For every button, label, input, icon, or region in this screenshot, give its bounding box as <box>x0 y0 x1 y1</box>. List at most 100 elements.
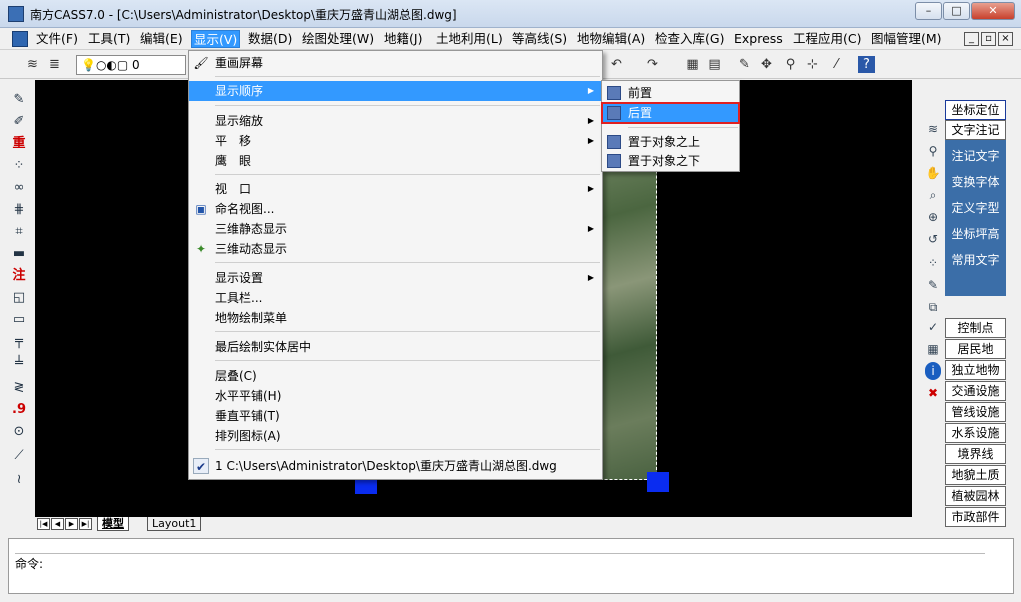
maximize-button[interactable]: □ <box>943 2 970 20</box>
menu-express[interactable]: Express <box>732 30 785 48</box>
line-icon[interactable]: ⊹ <box>804 56 821 73</box>
points-icon[interactable]: ⁘ <box>923 254 943 272</box>
edit-icon[interactable]: ✎ <box>923 276 943 294</box>
doc-restore-button[interactable]: ▫ <box>981 32 996 46</box>
menu-land-use[interactable]: 土地利用(L) <box>434 30 505 48</box>
pencil-icon[interactable]: ✎ <box>736 56 753 73</box>
menu-item-recent-file[interactable]: ✔ 1 C:\Users\Administrator\Desktop\重庆万盛青… <box>189 456 602 476</box>
coordinate-elevation-item[interactable]: 坐标坪高 <box>945 224 1006 244</box>
menu-item-toolbars[interactable]: 工具栏... <box>189 288 602 308</box>
menu-item-3d-static[interactable]: 三维静态显示 ▶ <box>189 219 602 239</box>
move-icon[interactable]: ✥ <box>758 56 775 73</box>
pipeline-button[interactable]: 管线设施 <box>945 402 1006 422</box>
menu-engineering[interactable]: 工程应用(C) <box>791 30 863 48</box>
redraw-icon[interactable]: 重 <box>8 134 30 154</box>
menu-item-cascade[interactable]: 层叠(C) <box>189 366 602 386</box>
control-point-button[interactable]: 控制点 <box>945 318 1006 338</box>
submenu-above-object[interactable]: 置于对象之上 <box>602 132 739 152</box>
next-tab-button[interactable]: ▶ <box>65 518 78 530</box>
curve-icon[interactable]: ≀ <box>8 470 30 490</box>
layer-state-icon[interactable]: ≣ <box>46 56 63 73</box>
check-icon[interactable]: ✓ <box>923 318 943 336</box>
menu-item-viewport[interactable]: 视 口 ▶ <box>189 179 602 199</box>
grid-points-icon[interactable]: ⁘ <box>8 156 30 176</box>
menu-item-zoom[interactable]: 显示缩放 ▶ <box>189 111 602 131</box>
menu-edit[interactable]: 编辑(E) <box>138 30 185 48</box>
define-font-item[interactable]: 定义字型 <box>945 198 1006 218</box>
submenu-bring-to-front[interactable]: 前置 <box>602 83 739 103</box>
first-tab-button[interactable]: |◀ <box>37 518 50 530</box>
menu-item-center-last[interactable]: 最后绘制实体居中 <box>189 337 602 357</box>
layers-icon[interactable]: ≋ <box>24 56 41 73</box>
menu-tools[interactable]: 工具(T) <box>86 30 132 48</box>
vegetation-button[interactable]: 植被园林 <box>945 486 1006 506</box>
annotate-text-item[interactable]: 注记文字 <box>945 146 1006 166</box>
rectangle-icon[interactable]: ▭ <box>8 310 30 330</box>
crossing-icon[interactable]: ⋕ <box>8 200 30 220</box>
command-line[interactable]: 命令: <box>15 553 985 573</box>
submenu-send-to-back[interactable]: 后置 <box>601 102 740 124</box>
menu-item-aerial-view[interactable]: 鹰 眼 <box>189 151 602 171</box>
ruler-icon[interactable]: ▬ <box>8 244 30 264</box>
menu-feature-edit[interactable]: 地物编辑(A) <box>575 30 647 48</box>
point-edit-icon[interactable]: ✎ <box>8 90 30 110</box>
text-annotation-button[interactable]: 文字注记 <box>945 120 1006 140</box>
coordinate-locate-button[interactable]: 坐标定位 <box>945 100 1006 120</box>
fence-icon[interactable]: ╤ <box>8 332 30 352</box>
undo-view-icon[interactable]: ↺ <box>923 230 943 248</box>
menu-item-3d-dynamic[interactable]: ✦ 三维动态显示 <box>189 239 602 259</box>
contour-icon[interactable]: ≷ <box>8 378 30 398</box>
selection-grip[interactable] <box>647 472 669 492</box>
municipal-button[interactable]: 市政部件 <box>945 507 1006 527</box>
zoom-window-icon[interactable]: ⌕ <box>923 186 943 204</box>
document-icon[interactable] <box>12 31 28 47</box>
stairs-icon[interactable]: ╧ <box>8 354 30 374</box>
menu-item-tile-vertical[interactable]: 垂直平铺(T) <box>189 406 602 426</box>
residential-button[interactable]: 居民地 <box>945 339 1006 359</box>
menu-item-redraw[interactable]: 🖌 重画屏幕 <box>189 53 602 73</box>
tab-layout1[interactable]: Layout1 <box>147 517 202 531</box>
palette-icon[interactable]: ▦ <box>684 56 701 73</box>
menu-cadastre[interactable]: 地籍(J) <box>382 30 424 48</box>
submenu-below-object[interactable]: 置于对象之下 <box>602 151 739 171</box>
minimize-button[interactable]: – <box>915 2 942 20</box>
zoom-icon[interactable]: ⚲ <box>923 142 943 160</box>
menu-file[interactable]: 文件(F) <box>34 30 80 48</box>
transport-button[interactable]: 交通设施 <box>945 381 1006 401</box>
menu-item-feature-menu[interactable]: 地物绘制菜单 <box>189 308 602 328</box>
zoom-previous-icon[interactable]: ⊕ <box>923 208 943 226</box>
menu-check[interactable]: 检查入库(G) <box>653 30 726 48</box>
independent-feature-button[interactable]: 独立地物 <box>945 360 1006 380</box>
undo-icon[interactable]: ↶ <box>608 56 625 73</box>
info-icon[interactable]: i <box>925 362 941 380</box>
link-icon[interactable]: ∞ <box>8 178 30 198</box>
layers-icon[interactable]: ≋ <box>923 120 943 138</box>
boundary-button[interactable]: 境界线 <box>945 444 1006 464</box>
help-icon[interactable]: ? <box>858 56 875 73</box>
slope-icon[interactable]: ⟋ <box>8 446 30 466</box>
landform-button[interactable]: 地貌土质 <box>945 465 1006 485</box>
menu-contours[interactable]: 等高线(S) <box>510 30 569 48</box>
menu-item-pan[interactable]: 平 移 ▶ <box>189 131 602 151</box>
pan-icon[interactable]: ✋ <box>923 164 943 182</box>
decimal-icon[interactable]: .9 <box>8 400 30 420</box>
menu-item-display-settings[interactable]: 显示设置 ▶ <box>189 268 602 288</box>
close-button[interactable]: ✕ <box>971 2 1015 20</box>
menu-item-arrange-icons[interactable]: 排列图标(A) <box>189 426 602 446</box>
menu-sheet[interactable]: 图幅管理(M) <box>869 30 944 48</box>
polyline-icon[interactable]: ⁄ <box>828 56 845 73</box>
prev-tab-button[interactable]: ◀ <box>51 518 64 530</box>
group-icon[interactable]: ⧉ <box>923 298 943 316</box>
polygon-icon[interactable]: ◱ <box>8 288 30 308</box>
menu-drawing[interactable]: 绘图处理(W) <box>300 30 376 48</box>
menu-data[interactable]: 数据(D) <box>246 30 294 48</box>
snap-icon[interactable]: ⚲ <box>782 56 799 73</box>
change-font-item[interactable]: 变换字体 <box>945 172 1006 192</box>
menu-item-display-order[interactable]: 显示顺序 ▶ <box>189 81 602 101</box>
redo-icon[interactable]: ↷ <box>644 56 661 73</box>
annotation-icon[interactable]: 注 <box>8 266 30 286</box>
grid-icon[interactable]: ▦ <box>923 340 943 358</box>
common-text-item[interactable]: 常用文字 <box>945 250 1006 270</box>
delete-icon[interactable]: ✖ <box>923 384 943 402</box>
layer-combo[interactable]: 💡○◐▢ 0 <box>76 55 186 75</box>
